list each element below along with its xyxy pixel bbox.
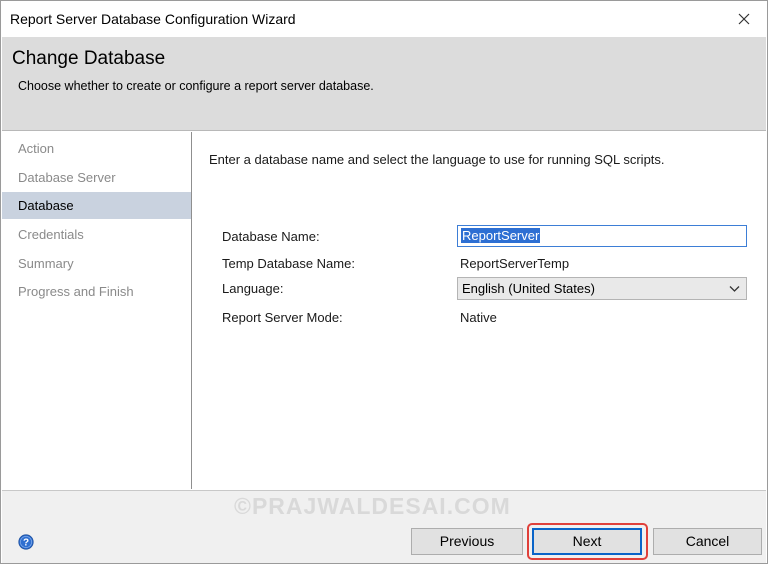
sidebar-item-credentials[interactable]: Credentials (2, 221, 191, 248)
page-subtitle: Choose whether to create or configure a … (18, 79, 374, 93)
close-button[interactable] (721, 1, 767, 37)
page-title: Change Database (12, 48, 166, 69)
temp-database-name-label: Temp Database Name: (222, 256, 355, 271)
database-name-input[interactable]: ReportServer (457, 225, 747, 247)
svg-text:?: ? (23, 538, 29, 549)
main-content: Enter a database name and select the lan… (193, 132, 766, 489)
intro-text: Enter a database name and select the lan… (209, 152, 665, 167)
database-name-value: ReportServer (461, 228, 541, 243)
page-header: Change Database Choose whether to create… (2, 37, 766, 131)
footer-bar: ©PRAJWALDESAI.COM ? Previous Next Cancel (2, 490, 766, 563)
language-selected-value: English (United States) (462, 281, 595, 296)
help-icon[interactable]: ? (18, 534, 34, 550)
close-icon (738, 13, 750, 25)
sidebar-item-action[interactable]: Action (2, 135, 191, 162)
report-server-mode-label: Report Server Mode: (222, 310, 343, 325)
title-bar: Report Server Database Configuration Wiz… (1, 1, 767, 37)
sidebar-item-summary[interactable]: Summary (2, 250, 191, 277)
previous-button[interactable]: Previous (411, 528, 523, 555)
sidebar-item-database[interactable]: Database (2, 192, 191, 219)
sidebar-item-database-server[interactable]: Database Server (2, 164, 191, 191)
language-label: Language: (222, 281, 284, 296)
watermark-text: ©PRAJWALDESAI.COM (234, 493, 511, 519)
sidebar-item-progress-and-finish[interactable]: Progress and Finish (2, 278, 191, 305)
chevron-down-icon (729, 286, 740, 292)
language-select[interactable]: English (United States) (457, 277, 747, 300)
temp-database-name-value: ReportServerTemp (460, 256, 570, 271)
report-server-mode-value: Native (460, 310, 497, 325)
window-title: Report Server Database Configuration Wiz… (10, 11, 296, 27)
next-button[interactable]: Next (532, 528, 642, 555)
wizard-steps-sidebar: Action Database Server Database Credenti… (2, 132, 192, 489)
wizard-window: Report Server Database Configuration Wiz… (0, 0, 768, 564)
cancel-button[interactable]: Cancel (653, 528, 762, 555)
database-name-label: Database Name: (222, 229, 320, 244)
